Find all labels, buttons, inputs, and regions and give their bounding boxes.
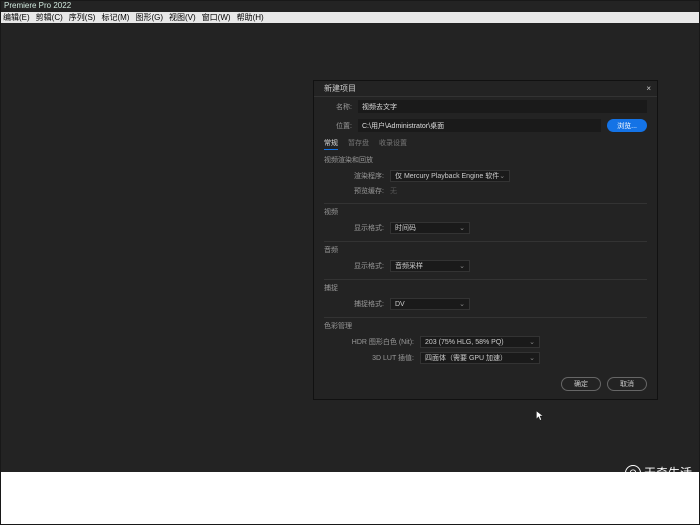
hdr-label: HDR 图形白色 (Nit):	[342, 337, 420, 347]
chevron-down-icon: ⌄	[499, 172, 505, 180]
menu-view[interactable]: 视图(V)	[166, 12, 199, 23]
menu-markers[interactable]: 标记(M)	[98, 12, 132, 23]
ok-button[interactable]: 确定	[561, 377, 601, 391]
watermark-icon: Q	[625, 465, 641, 481]
location-label: 位置:	[324, 121, 358, 131]
chevron-down-icon: ⌄	[459, 300, 465, 308]
location-row: 位置: 浏览...	[314, 116, 657, 135]
video-display-value: 时间码	[395, 223, 416, 233]
menu-clip[interactable]: 剪辑(C)	[33, 12, 66, 23]
hdr-value: 203 (75% HLG, 58% PQ)	[425, 339, 504, 346]
audio-display-label: 显示格式:	[342, 261, 390, 271]
audio-display-value: 音频采样	[395, 261, 423, 271]
section-capture: 捕捉 捕捉格式: DV ⌄	[314, 280, 657, 317]
dialog-titlebar: 新建项目 ×	[314, 81, 657, 97]
capture-format-value: DV	[395, 301, 405, 308]
cursor-icon	[536, 411, 544, 421]
menu-help[interactable]: 帮助(H)	[234, 12, 267, 23]
watermark: Q 天奇生活	[625, 464, 692, 481]
color-title: 色彩管理	[324, 321, 647, 331]
renderer-value: 仅 Mercury Playback Engine 软件	[395, 171, 499, 181]
video-display-label: 显示格式:	[342, 223, 390, 233]
menu-edit[interactable]: 编辑(E)	[0, 12, 33, 23]
menu-sequence[interactable]: 序列(S)	[66, 12, 99, 23]
render-title: 视频渲染和回放	[324, 155, 647, 165]
dialog-tabs: 常规 暂存盘 收录设置	[314, 135, 657, 152]
cancel-button[interactable]: 取消	[607, 377, 647, 391]
name-label: 名称:	[324, 102, 358, 112]
preview-value: 无	[390, 186, 397, 196]
caption-text: 4、完成以上编辑后	[0, 485, 700, 517]
tab-ingest[interactable]: 收录设置	[379, 138, 407, 150]
lut-select[interactable]: 四面体（需要 GPU 加速） ⌄	[420, 352, 540, 364]
menu-window[interactable]: 窗口(W)	[199, 12, 234, 23]
location-input[interactable]	[358, 119, 601, 132]
dialog-footer: 确定 取消	[314, 371, 657, 399]
section-video: 视频 显示格式: 时间码 ⌄	[314, 204, 657, 241]
lut-value: 四面体（需要 GPU 加速）	[425, 353, 507, 363]
video-title: 视频	[324, 207, 647, 217]
capture-format-label: 捕捉格式:	[342, 299, 390, 309]
renderer-label: 渲染程序:	[342, 171, 390, 181]
tab-general[interactable]: 常规	[324, 138, 338, 150]
menu-graphics[interactable]: 图形(G)	[132, 12, 166, 23]
close-icon[interactable]: ×	[646, 84, 651, 93]
browse-button[interactable]: 浏览...	[607, 119, 647, 132]
lut-label: 3D LUT 插值:	[342, 353, 420, 363]
audio-display-select[interactable]: 音频采样 ⌄	[390, 260, 470, 272]
section-audio: 音频 显示格式: 音频采样 ⌄	[314, 242, 657, 279]
menu-bar: 编辑(E) 剪辑(C) 序列(S) 标记(M) 图形(G) 视图(V) 窗口(W…	[0, 12, 700, 23]
renderer-select[interactable]: 仅 Mercury Playback Engine 软件 ⌄	[390, 170, 510, 182]
chevron-down-icon: ⌄	[459, 262, 465, 270]
dialog-title-text: 新建项目	[324, 83, 356, 94]
chevron-down-icon: ⌄	[529, 338, 535, 346]
video-display-select[interactable]: 时间码 ⌄	[390, 222, 470, 234]
section-color: 色彩管理 HDR 图形白色 (Nit): 203 (75% HLG, 58% P…	[314, 318, 657, 371]
preview-label: 预览缓存:	[342, 186, 390, 196]
capture-format-select[interactable]: DV ⌄	[390, 298, 470, 310]
new-project-dialog: 新建项目 × 名称: 位置: 浏览... 常规 暂存盘 收录设置 视频渲染和回放…	[313, 80, 658, 400]
audio-title: 音频	[324, 245, 647, 255]
capture-title: 捕捉	[324, 283, 647, 293]
app-title: Premiere Pro 2022	[0, 0, 700, 12]
name-row: 名称:	[314, 97, 657, 116]
hdr-select[interactable]: 203 (75% HLG, 58% PQ) ⌄	[420, 336, 540, 348]
chevron-down-icon: ⌄	[529, 354, 535, 362]
tab-scratch[interactable]: 暂存盘	[348, 138, 369, 150]
chevron-down-icon: ⌄	[459, 224, 465, 232]
watermark-text: 天奇生活	[644, 464, 692, 481]
name-input[interactable]	[358, 100, 647, 113]
section-render: 视频渲染和回放 渲染程序: 仅 Mercury Playback Engine …	[314, 152, 657, 203]
